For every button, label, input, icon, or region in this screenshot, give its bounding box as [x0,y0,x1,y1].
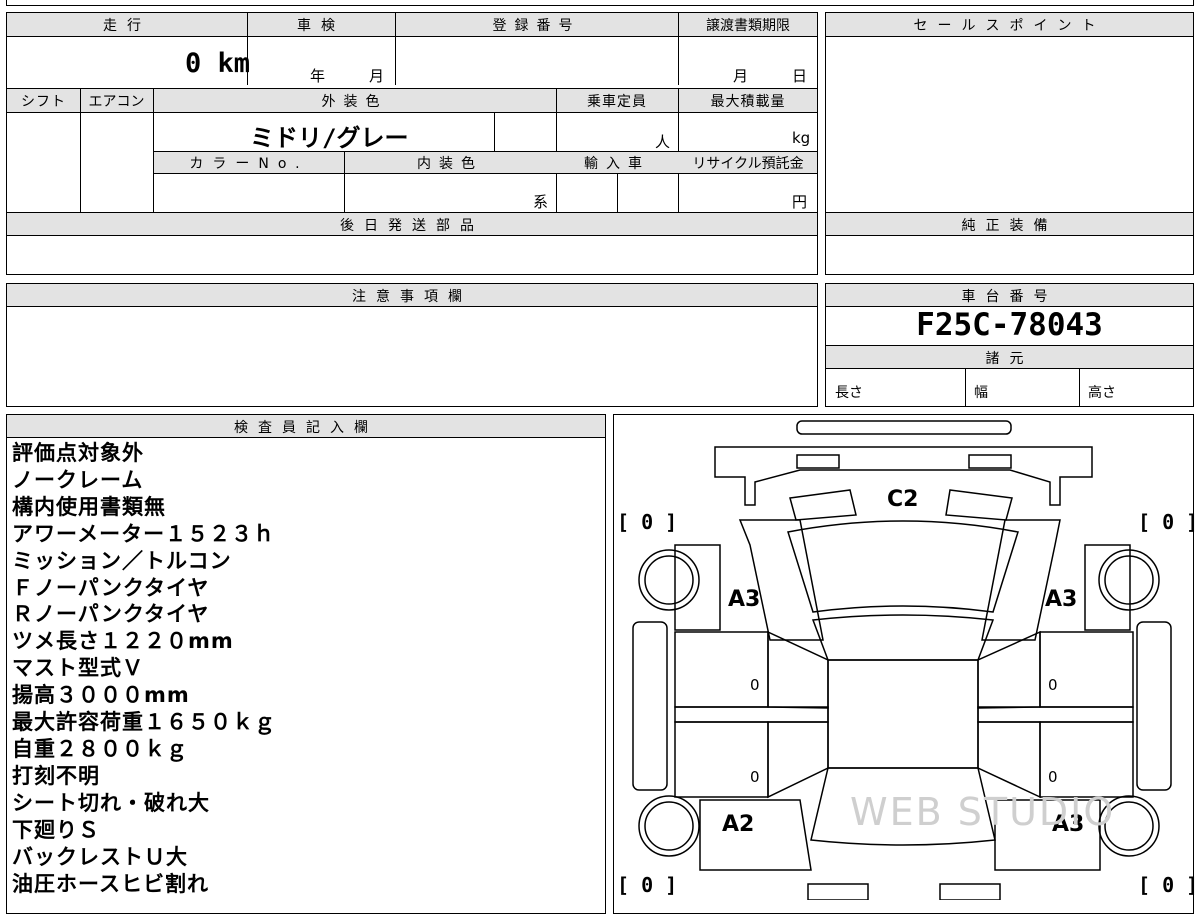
note-item: 構内使用書類無 [12,494,166,519]
max-load-unit: kg [792,129,811,147]
damage-code-front: C2 [887,487,919,512]
shift-label: シフト [21,94,66,110]
note-item: ツメ長さ１２２０mm [12,629,234,654]
exterior-color-label: 外装色 [321,94,388,110]
height-label: 高さ [1088,385,1116,401]
watermark: WEB STUDIO [850,790,1116,834]
note-item: Ｒノーパンクタイヤ [12,602,210,627]
interior-color-unit: 系 [533,193,549,211]
door-value-rear-left: 0 [750,768,760,786]
note-item: 評価点対象外 [12,441,144,465]
inspection-year: 年 [310,67,326,85]
exterior-color-value: ミドリ/グレー [250,124,409,152]
note-item: 油圧ホースヒビ割れ [12,871,209,896]
inspector-notes: 評価点対象外 ノークレーム 構内使用書類無 アワーメーター１５２３ｈ ミッション… [12,440,276,897]
aircon-label: エアコン [88,94,145,110]
genuine-equipment-label: 純正装備 [961,218,1058,234]
wheel-bracket-top-left: [ 0 ] [617,510,678,534]
door-value-front-right: 0 [1048,676,1058,694]
note-item: 打刻不明 [12,763,100,788]
wheel-bracket-bottom-right: [ 0 ] [1138,873,1199,897]
note-item: 自重２８００ｋｇ [12,736,188,761]
note-item: 揚高３０００mm [12,683,190,708]
specs-label: 諸元 [985,351,1034,367]
chassis-number-label: 車台番号 [961,289,1058,305]
inspection-month: 月 [369,67,385,85]
damage-code-rear-left: A2 [722,812,755,837]
note-item: 下廻りＳ [12,817,100,842]
mileage-label: 走行 [103,18,151,34]
inspector-label: 検査員記入欄 [234,420,378,436]
inspection-label: 車検 [297,18,345,34]
note-item: マスト型式Ｖ [12,656,144,681]
later-parts-label: 後日発送部品 [340,218,484,234]
damage-code-front-right: A3 [1045,587,1078,612]
note-item: アワーメーター１５２３ｈ [12,521,276,546]
mileage-value: 0 km [185,48,251,79]
registration-label: 登録番号 [492,18,581,34]
top-strip [6,0,1194,6]
transfer-deadline-label: 譲渡書類期限 [706,18,790,34]
note-item: 最大許容荷重１６５０ｋｇ [12,710,276,735]
wheel-bracket-top-right: [ 0 ] [1138,510,1199,534]
transfer-day: 日 [792,67,808,85]
note-item: Ｆノーパンクタイヤ [12,575,210,600]
chassis-number-value: F25C-78043 [916,307,1103,343]
length-label: 長さ [835,385,863,401]
door-value-front-left: 0 [750,676,760,694]
wheel-bracket-bottom-left: [ 0 ] [617,873,678,897]
note-item: バックレストＵ大 [12,844,188,869]
capacity-unit: 人 [655,133,671,151]
note-item: ノークレーム [12,467,144,492]
color-no-label: カラーNo. [189,156,309,172]
recycle-deposit-label: リサイクル預託金 [692,156,804,172]
damage-code-front-left: A3 [728,587,761,612]
width-label: 幅 [974,385,988,401]
note-item: ミッション／トルコン [12,548,232,573]
sales-point-label: セールスポイント [913,18,1106,34]
capacity-label: 乗車定員 [587,94,647,110]
recycle-unit: 円 [792,193,808,211]
import-label: 輸入車 [584,156,650,172]
max-load-label: 最大積載量 [710,94,786,110]
note-item: シート切れ・破れ大 [12,790,210,815]
door-value-rear-right: 0 [1048,768,1058,786]
transfer-month: 月 [733,67,749,85]
interior-color-label: 内装色 [417,156,483,172]
caution-label: 注意事項欄 [352,289,472,305]
